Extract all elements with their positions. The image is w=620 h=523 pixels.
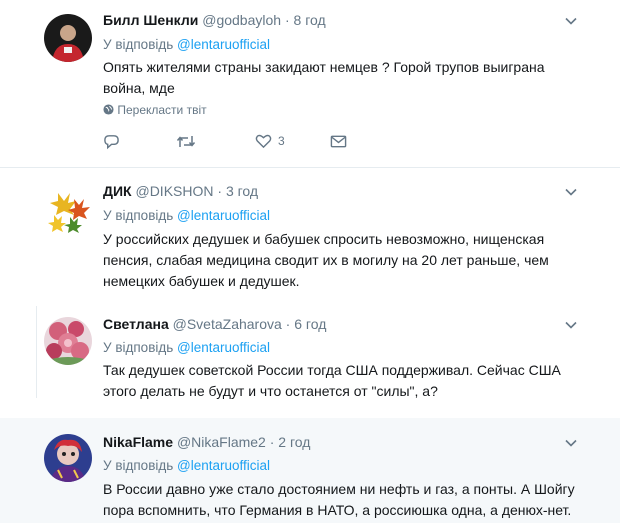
- reply-to-link[interactable]: @lentaruofficial: [177, 458, 270, 473]
- timestamp[interactable]: 8 год: [294, 12, 326, 28]
- retweet-button[interactable]: [176, 131, 196, 151]
- tweet-text: Так дедушек советской России тогда США п…: [103, 362, 561, 399]
- author-name[interactable]: NikaFlame: [103, 434, 173, 450]
- translate-label[interactable]: Перекласти твіт: [117, 103, 206, 117]
- author-handle[interactable]: @NikaFlame2: [177, 434, 266, 450]
- message-button[interactable]: [330, 131, 347, 151]
- thread-gap: [0, 400, 620, 418]
- chevron-down-icon[interactable]: [564, 318, 578, 332]
- separator-dot: ·: [285, 316, 291, 332]
- author-name[interactable]: ДИК: [103, 183, 132, 199]
- translate-link[interactable]: Перекласти твіт: [103, 103, 207, 117]
- separator-dot: ·: [217, 183, 223, 199]
- avatar[interactable]: [44, 185, 92, 233]
- author-handle[interactable]: @SvetaZaharova: [173, 316, 282, 332]
- tweet-1[interactable]: Билл Шенкли @godbayloh · 8 год У відпові…: [0, 0, 620, 168]
- envelope-icon: [330, 135, 347, 147]
- reply-prefix: У відповідь: [103, 340, 174, 355]
- separator-dot: ·: [269, 434, 275, 450]
- avatar[interactable]: [44, 317, 92, 365]
- chevron-down-icon[interactable]: [564, 14, 578, 28]
- chevron-down-icon[interactable]: [564, 185, 578, 199]
- reply-prefix: У відповідь: [103, 208, 174, 223]
- globe-icon: [103, 104, 114, 115]
- reply-to-link[interactable]: @lentaruofficial: [177, 208, 270, 223]
- heart-icon: [255, 134, 272, 149]
- avatar[interactable]: [44, 434, 92, 482]
- tweet-text: У российских дедушек и бабушек спросить …: [103, 231, 549, 289]
- tweet-4[interactable]: NikaFlame @NikaFlame2 · 2 год У відповід…: [0, 418, 620, 523]
- tweet-2[interactable]: ДИК @DIKSHON · 3 год У відповідь @lentar…: [0, 168, 620, 302]
- reply-prefix: У відповідь: [103, 37, 174, 52]
- author-handle[interactable]: @DIKSHON: [135, 183, 213, 199]
- author-name[interactable]: Светлана: [103, 316, 169, 332]
- retweet-icon: [176, 135, 196, 147]
- avatar[interactable]: [44, 14, 92, 62]
- reply-icon: [104, 134, 119, 149]
- like-button[interactable]: 3: [255, 131, 285, 151]
- author-name[interactable]: Билл Шенкли: [103, 12, 198, 28]
- tweet-text: В России давно уже стало достоянием ни н…: [103, 481, 575, 518]
- timestamp[interactable]: 2 год: [278, 434, 310, 450]
- tweet-3[interactable]: Светлана @SvetaZaharova · 6 год У відпов…: [0, 306, 620, 400]
- chevron-down-icon[interactable]: [564, 436, 578, 450]
- timestamp[interactable]: 3 год: [226, 183, 258, 199]
- reply-to-link[interactable]: @lentaruofficial: [177, 340, 270, 355]
- separator-dot: ·: [284, 12, 290, 28]
- like-count: 3: [278, 134, 285, 148]
- reply-prefix: У відповідь: [103, 458, 174, 473]
- reply-to-link[interactable]: @lentaruofficial: [177, 37, 270, 52]
- timestamp[interactable]: 6 год: [294, 316, 326, 332]
- tweet-text: Опять жителями страны закидают немцев ? …: [103, 59, 545, 96]
- reply-button[interactable]: [103, 131, 120, 151]
- author-handle[interactable]: @godbayloh: [202, 12, 281, 28]
